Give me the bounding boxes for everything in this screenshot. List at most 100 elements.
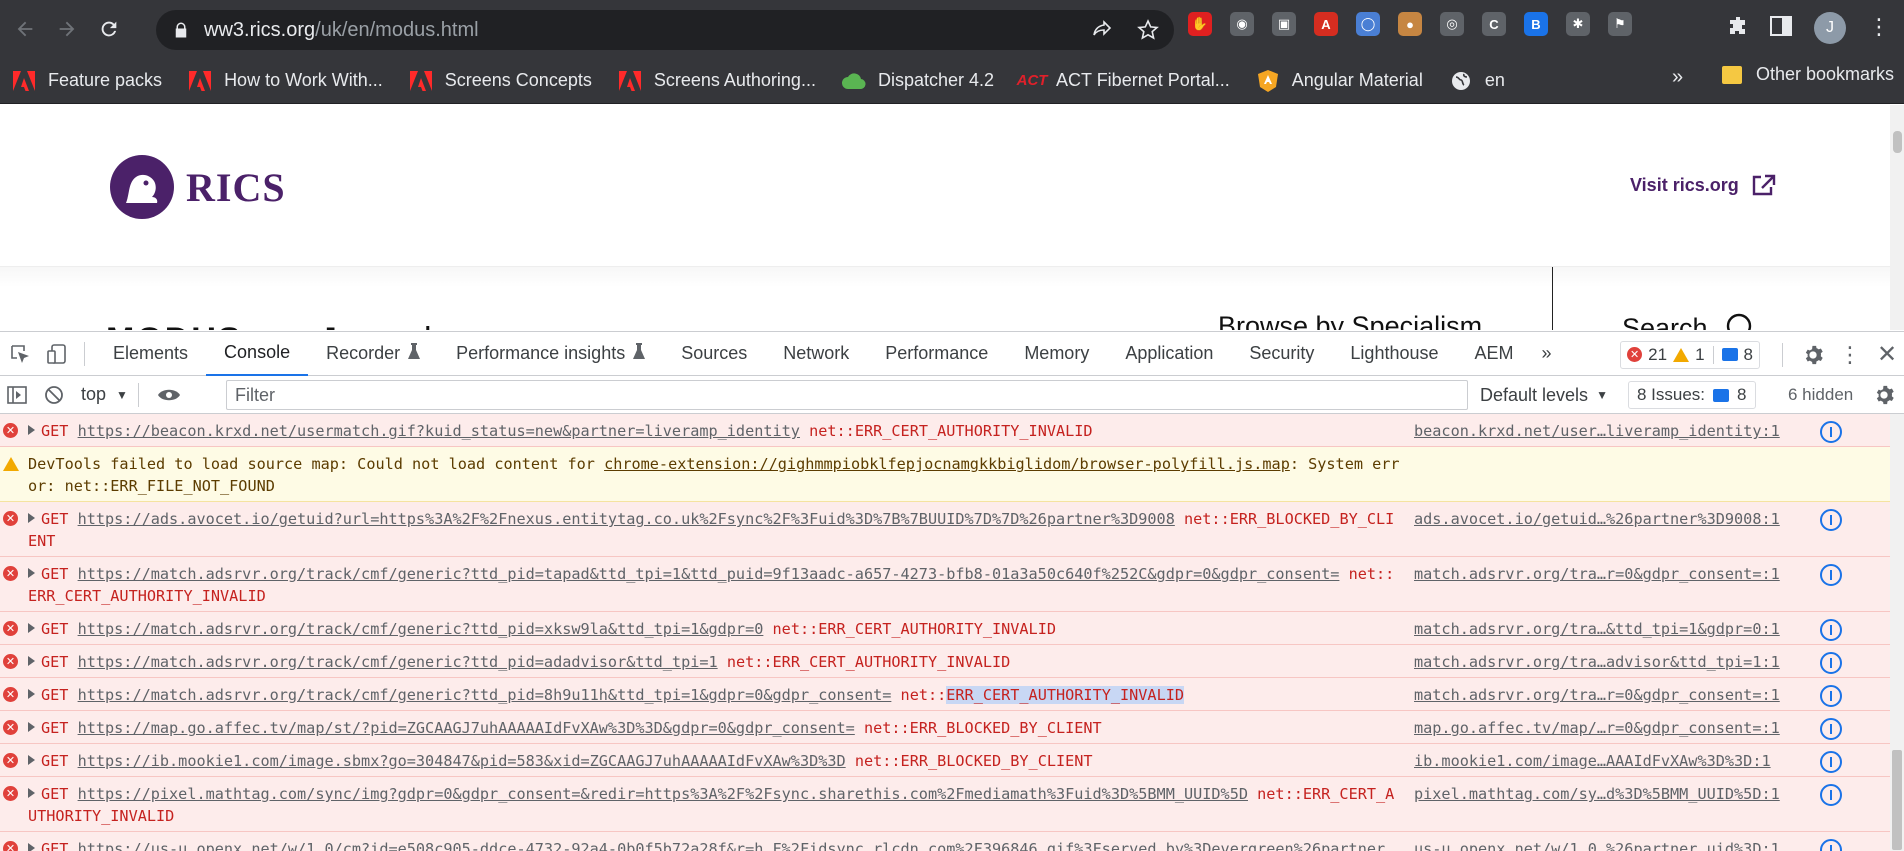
bookmark-item[interactable]: Screens Concepts bbox=[409, 69, 592, 93]
source-location-link[interactable]: map.go.affec.tv/map/…r=0&gdpr_consent=:1 bbox=[1414, 717, 1780, 739]
request-url-link[interactable]: https://match.adsrvr.org/track/cmf/gener… bbox=[78, 653, 718, 671]
reload-button[interactable] bbox=[92, 12, 126, 46]
source-location-link[interactable]: ib.mookie1.com/image…AAAIdFvXAw%3D%3D:1 bbox=[1414, 750, 1771, 772]
network-request-icon[interactable] bbox=[1820, 784, 1842, 806]
target-icon[interactable]: ◎ bbox=[1440, 12, 1464, 36]
nav-journals[interactable]: Journals bbox=[320, 321, 449, 330]
expand-triangle-icon[interactable] bbox=[28, 843, 35, 851]
other-bookmarks-folder[interactable]: Other bookmarks bbox=[1722, 64, 1894, 85]
source-map-link[interactable]: chrome-extension://gighmmpiobklfepjocnam… bbox=[604, 455, 1290, 473]
camera-icon[interactable]: ◉ bbox=[1230, 12, 1254, 36]
log-levels-dropdown[interactable]: Default levels ▼ bbox=[1480, 376, 1608, 414]
source-location-link[interactable]: match.adsrvr.org/tra…&ttd_tpi=1&gdpr=0:1 bbox=[1414, 618, 1780, 640]
network-request-icon[interactable] bbox=[1820, 421, 1842, 443]
source-location-link[interactable]: beacon.krxd.net/user…liveramp_identity:1 bbox=[1414, 420, 1780, 442]
network-request-icon[interactable] bbox=[1820, 839, 1842, 851]
tab-security[interactable]: Security bbox=[1231, 331, 1332, 376]
source-location-link[interactable]: match.adsrvr.org/tra…r=0&gdpr_consent=:1 bbox=[1414, 563, 1780, 585]
extensions-puzzle-icon[interactable] bbox=[1726, 14, 1750, 42]
request-url-link[interactable]: https://beacon.krxd.net/usermatch.gif?ku… bbox=[78, 422, 800, 440]
visit-rics-link[interactable]: Visit rics.org bbox=[1630, 173, 1777, 197]
tab-performance[interactable]: Performance bbox=[867, 331, 1006, 376]
context-selector[interactable]: top ▼ bbox=[81, 384, 128, 405]
bookmark-item[interactable]: Feature packs bbox=[12, 69, 162, 93]
tab-lighthouse[interactable]: Lighthouse bbox=[1332, 331, 1456, 376]
tab-aem[interactable]: AEM bbox=[1457, 331, 1532, 376]
bookmark-item[interactable]: ACT ACT Fibernet Portal... bbox=[1017, 69, 1230, 93]
bookmark-item[interactable]: Dispatcher 4.2 bbox=[841, 69, 994, 93]
console-settings-icon[interactable] bbox=[1873, 384, 1895, 411]
screen-capture-icon[interactable]: ▣ bbox=[1272, 12, 1296, 36]
tab-application[interactable]: Application bbox=[1107, 331, 1231, 376]
console-counts[interactable]: ✕ 21 1 8 bbox=[1620, 340, 1760, 369]
inspect-element-icon[interactable] bbox=[3, 337, 37, 371]
source-location-link[interactable]: ads.avocet.io/getuid…%26partner%3D9008:1 bbox=[1414, 508, 1780, 530]
network-request-icon[interactable] bbox=[1820, 751, 1842, 773]
device-toolbar-icon[interactable] bbox=[40, 337, 74, 371]
tab-memory[interactable]: Memory bbox=[1006, 331, 1107, 376]
url-text[interactable]: ww3.rics.org/uk/en/modus.html bbox=[204, 19, 479, 42]
tab-performance-insights[interactable]: Performance insights bbox=[438, 331, 663, 376]
expand-triangle-icon[interactable] bbox=[28, 689, 35, 699]
live-expression-eye-icon[interactable] bbox=[152, 378, 186, 412]
nav-modus[interactable]: MODUS bbox=[106, 321, 243, 330]
devtools-menu-icon[interactable]: ⋮ bbox=[1833, 338, 1867, 372]
tab-sources[interactable]: Sources bbox=[663, 331, 765, 376]
devtools-settings-icon[interactable] bbox=[1796, 338, 1830, 372]
show-sidebar-icon[interactable] bbox=[0, 378, 34, 412]
source-location-link[interactable]: match.adsrvr.org/tra…advisor&ttd_tpi=1:1 bbox=[1414, 651, 1780, 673]
console-filter-input[interactable]: Filter bbox=[226, 380, 1468, 410]
issues-button[interactable]: 8 Issues: 8 bbox=[1628, 381, 1756, 409]
source-location-link[interactable]: match.adsrvr.org/tra…r=0&gdpr_consent=:1 bbox=[1414, 684, 1780, 706]
bookmark-item[interactable]: Screens Authoring... bbox=[618, 69, 816, 93]
back-button[interactable] bbox=[8, 12, 42, 46]
nav-search[interactable]: Search bbox=[1622, 311, 1758, 330]
page-scroll-thumb[interactable] bbox=[1893, 131, 1902, 153]
request-url-link[interactable]: https://ib.mookie1.com/image.sbmx?go=304… bbox=[78, 752, 846, 770]
expand-triangle-icon[interactable] bbox=[28, 568, 35, 578]
console-scrollbar[interactable] bbox=[1890, 414, 1904, 851]
request-url-link[interactable]: https://match.adsrvr.org/track/cmf/gener… bbox=[78, 565, 1340, 583]
lock-icon[interactable] bbox=[172, 21, 190, 39]
source-location-link[interactable]: pixel.mathtag.com/sy…d%3D%5BMM_UUID%5D:1 bbox=[1414, 783, 1780, 805]
circle-extension-icon[interactable]: ◯ bbox=[1356, 12, 1380, 36]
network-request-icon[interactable] bbox=[1820, 685, 1842, 707]
source-location-link[interactable]: us-u.openx.net/w/1.0…%26partner_uid%3D:1 bbox=[1414, 838, 1780, 851]
clear-console-icon[interactable] bbox=[37, 378, 71, 412]
share-icon[interactable] bbox=[1090, 18, 1114, 42]
rics-logo[interactable]: RICS bbox=[106, 153, 286, 221]
gear-extension-icon[interactable]: ✱ bbox=[1566, 12, 1590, 36]
nav-browse-by-specialism[interactable]: Browse by Specialism bbox=[1218, 311, 1482, 330]
adblock-icon[interactable]: ✋ bbox=[1188, 12, 1212, 36]
cookie-icon[interactable]: ● bbox=[1398, 12, 1422, 36]
expand-triangle-icon[interactable] bbox=[28, 656, 35, 666]
bookmark-item[interactable]: en bbox=[1449, 69, 1505, 93]
bookmarks-overflow-button[interactable]: » bbox=[1672, 66, 1683, 89]
chrome-menu-icon[interactable]: ⋮ bbox=[1868, 14, 1890, 40]
request-url-link[interactable]: https://pixel.mathtag.com/sync/img?gdpr=… bbox=[78, 785, 1248, 803]
expand-triangle-icon[interactable] bbox=[28, 755, 35, 765]
address-bar[interactable]: ww3.rics.org/uk/en/modus.html bbox=[156, 10, 1174, 50]
bookmark-item[interactable]: How to Work With... bbox=[188, 69, 383, 93]
request-url-link[interactable]: https://map.go.affec.tv/map/st/?pid=ZGCA… bbox=[78, 719, 855, 737]
console-scroll-thumb[interactable] bbox=[1892, 750, 1902, 850]
tab-elements[interactable]: Elements bbox=[95, 331, 206, 376]
tab-console[interactable]: Console bbox=[206, 331, 309, 376]
more-tabs-button[interactable]: » bbox=[1532, 331, 1562, 376]
close-devtools-icon[interactable]: ✕ bbox=[1870, 338, 1904, 372]
expand-triangle-icon[interactable] bbox=[28, 788, 35, 798]
bookmark-star-icon[interactable] bbox=[1136, 18, 1160, 42]
side-panel-icon[interactable] bbox=[1770, 16, 1792, 36]
acrobat-icon[interactable]: A bbox=[1314, 12, 1338, 36]
expand-triangle-icon[interactable] bbox=[28, 722, 35, 732]
tag-extension-icon[interactable]: B bbox=[1524, 12, 1548, 36]
network-request-icon[interactable] bbox=[1820, 564, 1842, 586]
request-url-link[interactable]: https://match.adsrvr.org/track/cmf/gener… bbox=[78, 686, 892, 704]
page-scrollbar[interactable] bbox=[1890, 105, 1904, 330]
expand-triangle-icon[interactable] bbox=[28, 513, 35, 523]
request-url-link[interactable]: https://ads.avocet.io/getuid?url=https%3… bbox=[78, 510, 1175, 528]
expand-triangle-icon[interactable] bbox=[28, 425, 35, 435]
network-request-icon[interactable] bbox=[1820, 652, 1842, 674]
code-extension-icon[interactable]: C bbox=[1482, 12, 1506, 36]
flag-extension-icon[interactable]: ⚑ bbox=[1608, 12, 1632, 36]
